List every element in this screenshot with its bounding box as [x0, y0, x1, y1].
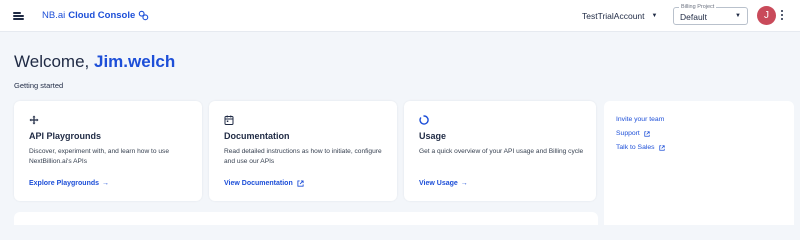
billing-project-value: Default: [680, 12, 707, 22]
move-icon: [29, 115, 39, 125]
account-selector[interactable]: TestTrialAccount ▼: [582, 11, 657, 21]
view-documentation-link[interactable]: View Documentation: [224, 180, 304, 187]
billing-project-select[interactable]: Billing Project Default ▼: [673, 3, 748, 25]
card-title: Usage: [419, 131, 447, 141]
arrow-right-icon: →: [460, 180, 468, 187]
section-subtitle: Getting started: [14, 81, 64, 90]
side-links-panel: Invite your team Support Talk to Sales: [604, 101, 794, 225]
support-link[interactable]: Support: [616, 130, 650, 137]
action-label: View Documentation: [224, 180, 293, 187]
card-description: Read detailed instructions as how to ini…: [224, 148, 382, 165]
billing-project-label: Billing Project: [679, 3, 717, 11]
link-label: Invite your team: [616, 116, 665, 123]
link-label: Support: [616, 130, 640, 137]
action-label: Explore Playgrounds: [29, 180, 100, 187]
card-usage: Usage Get a quick overview of your API u…: [404, 101, 596, 201]
page-title: Welcome, Jim.welch: [14, 52, 175, 72]
link-label: Talk to Sales: [616, 144, 655, 151]
card-title: API Playgrounds: [29, 131, 102, 141]
link-icon: [138, 10, 149, 21]
brand-logo[interactable]: NB.ai Cloud Console: [42, 10, 149, 21]
card-description: Get a quick overview of your API usage a…: [419, 148, 584, 155]
card-api-playgrounds: API Playgrounds Discover, experiment wit…: [14, 101, 202, 201]
caret-down-icon: ▼: [651, 13, 658, 19]
external-link-icon: [297, 180, 304, 187]
arrow-right-icon: →: [102, 180, 110, 187]
view-usage-link[interactable]: View Usage →: [419, 180, 468, 187]
brand-prefix: NB.ai: [42, 10, 66, 21]
menu-icon[interactable]: [13, 10, 25, 22]
top-bar: NB.ai Cloud Console TestTrialAccount ▼ B…: [0, 0, 800, 32]
account-name: TestTrialAccount: [582, 11, 645, 21]
invite-team-link[interactable]: Invite your team: [616, 116, 664, 123]
card-documentation: Documentation Read detailed instructions…: [209, 101, 397, 201]
talk-to-sales-link[interactable]: Talk to Sales: [616, 144, 665, 151]
card-title: Documentation: [224, 131, 290, 141]
spinner-icon: [419, 115, 429, 125]
action-label: View Usage: [419, 180, 458, 187]
external-link-icon: [658, 144, 665, 151]
calendar-doc-icon: [224, 115, 234, 125]
username: Jim.welch: [94, 52, 176, 71]
explore-playgrounds-link[interactable]: Explore Playgrounds →: [29, 180, 109, 187]
caret-down-icon: ▼: [735, 13, 741, 19]
avatar[interactable]: J: [757, 6, 776, 25]
welcome-prefix: Welcome,: [14, 52, 94, 71]
external-link-icon: [644, 130, 650, 137]
lower-panel: [14, 212, 598, 225]
card-description: Discover, experiment with, and learn how…: [29, 148, 170, 165]
kebab-icon[interactable]: [779, 10, 785, 22]
brand-name: Cloud Console: [68, 10, 136, 21]
